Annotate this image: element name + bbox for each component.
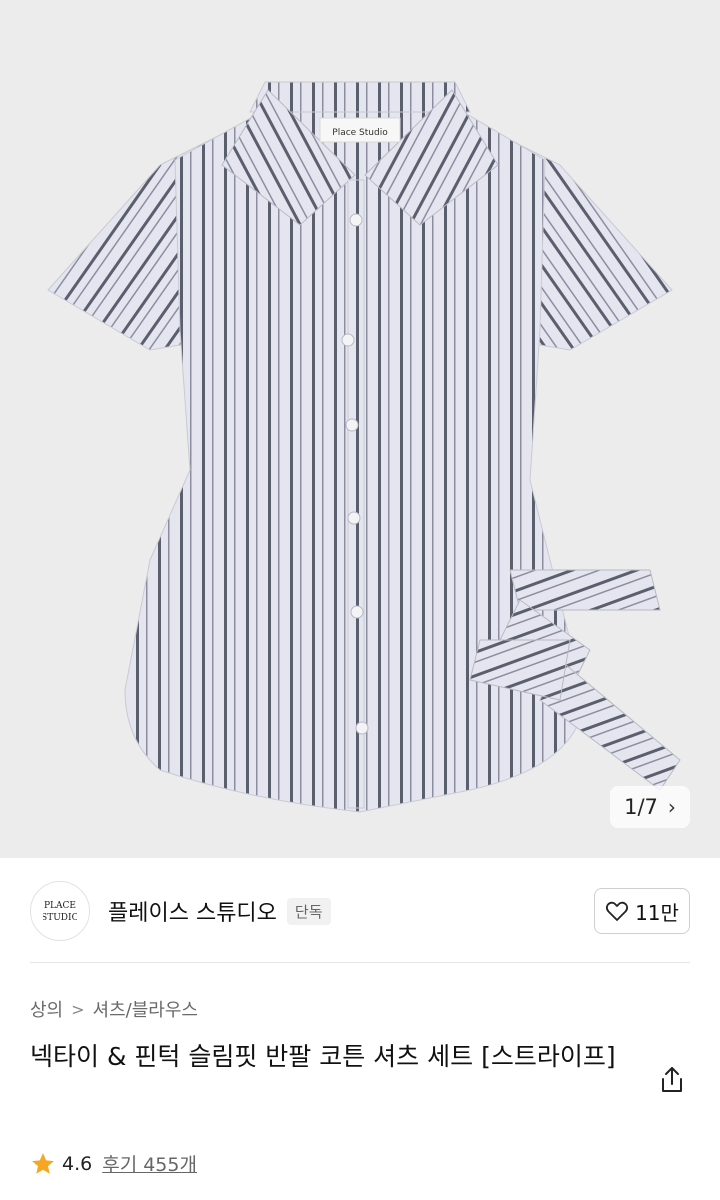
like-button[interactable]: 11만 xyxy=(594,888,690,934)
breadcrumb-item-subcategory[interactable]: 셔츠/블라우스 xyxy=(93,996,198,1022)
divider xyxy=(30,962,690,963)
brand-logo[interactable]: PLACE STUDIO xyxy=(30,881,90,941)
product-title: 넥타이 & 핀턱 슬림핏 반팔 코튼 셔츠 세트 [스트라이프] xyxy=(30,1042,616,1071)
garment-label-text: Place Studio xyxy=(332,128,388,138)
share-icon[interactable] xyxy=(656,1064,688,1096)
like-count: 11만 xyxy=(635,900,679,925)
breadcrumb-item-category[interactable]: 상의 xyxy=(30,996,63,1022)
brand-row: PLACE STUDIO 플레이스 스튜디오 단독 11만 xyxy=(30,880,690,942)
rating-row: 4.6 후기 455개 xyxy=(30,1150,197,1177)
review-count-link[interactable]: 후기 455개 xyxy=(102,1150,197,1177)
star-icon xyxy=(32,1152,54,1174)
chevron-right-icon: › xyxy=(667,795,676,819)
product-image: Place Studio xyxy=(0,0,720,858)
exclusive-badge: 단독 xyxy=(286,897,331,925)
heart-outline-icon xyxy=(606,901,629,921)
image-pager[interactable]: 1/7 › xyxy=(610,786,690,828)
product-image-carousel[interactable]: Place Studio 1/7 › xyxy=(0,0,720,858)
brand-logo-mark: PLACE STUDIO xyxy=(43,901,77,923)
brand-name[interactable]: 플레이스 스튜디오 xyxy=(108,895,277,927)
image-pager-count: 1/7 xyxy=(624,795,658,819)
breadcrumb: 상의 > 셔츠/블라우스 xyxy=(30,996,198,1022)
svg-text:PLACE: PLACE xyxy=(44,901,76,911)
svg-text:STUDIO: STUDIO xyxy=(43,913,77,923)
chevron-right-icon: > xyxy=(71,999,85,1019)
rating-score: 4.6 xyxy=(62,1152,93,1175)
